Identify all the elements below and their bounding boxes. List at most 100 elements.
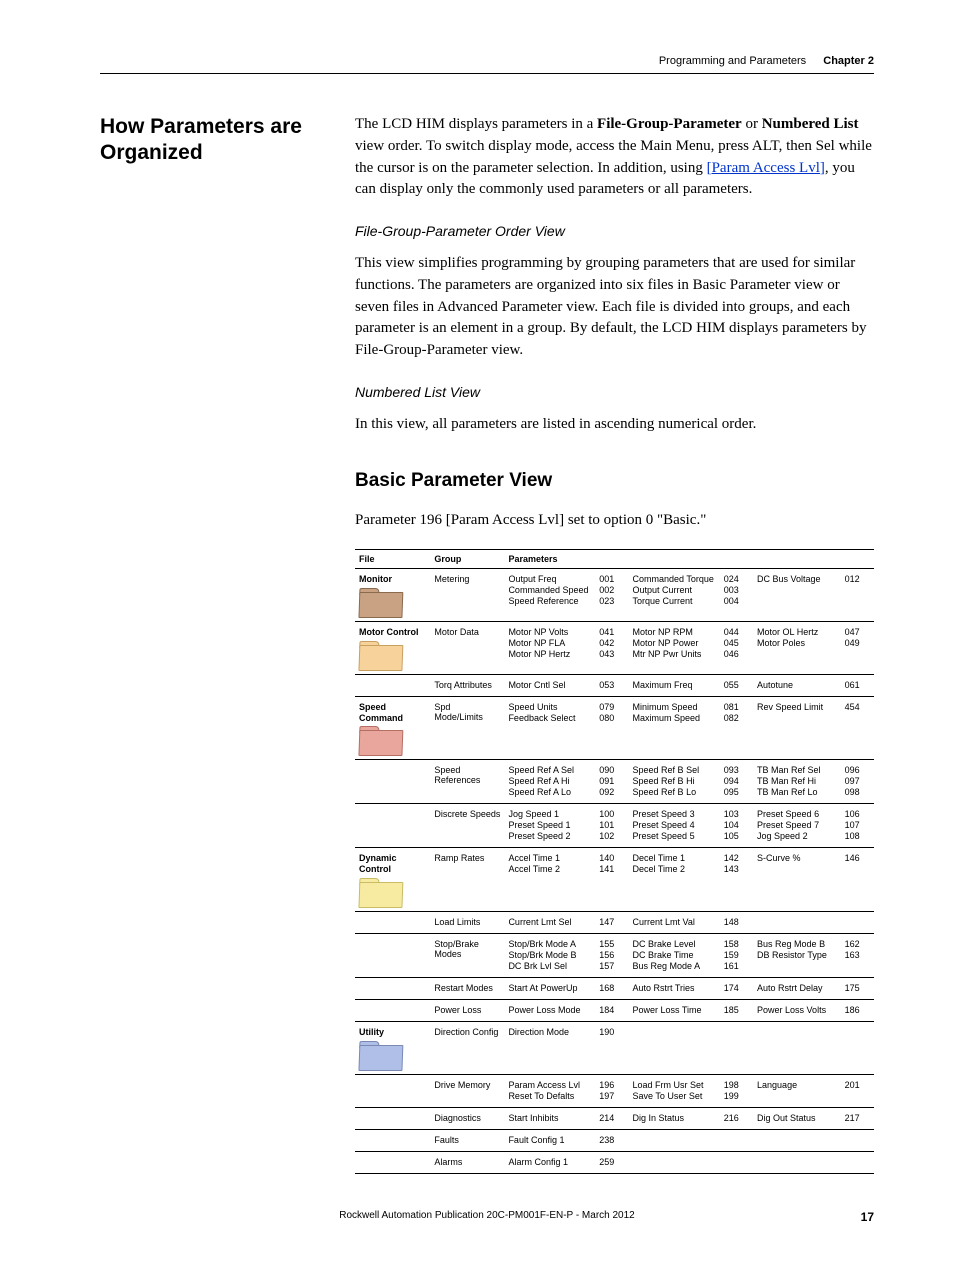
- table-row: Discrete SpeedsJog Speed 1Preset Speed 1…: [355, 804, 874, 848]
- param-num-cell: [841, 912, 874, 934]
- param-num-cell: 190: [595, 1022, 628, 1075]
- param-num-cell: 198199: [720, 1074, 753, 1107]
- param-name-cell: Bus Reg Mode BDB Resistor Type: [753, 934, 841, 978]
- file-label: Speed Command: [359, 702, 426, 724]
- param-name-cell: Direction Mode: [504, 1022, 595, 1075]
- group-cell: Metering: [430, 569, 504, 622]
- param-name-cell: [629, 1151, 720, 1173]
- param-name-cell: Start At PowerUp: [504, 978, 595, 1000]
- param-num-cell: 090091092: [595, 760, 628, 804]
- numbered-list-heading: Numbered List View: [355, 384, 874, 400]
- param-name-cell: TB Man Ref SelTB Man Ref HiTB Man Ref Lo: [753, 760, 841, 804]
- header-section: Programming and Parameters: [659, 55, 806, 67]
- param-num-cell: 238: [595, 1129, 628, 1151]
- group-cell: Power Loss: [430, 1000, 504, 1022]
- group-cell: Faults: [430, 1129, 504, 1151]
- param-name-cell: Power Loss Time: [629, 1000, 720, 1022]
- param-num-cell: 259: [595, 1151, 628, 1173]
- param-num-cell: 047049: [841, 622, 874, 675]
- file-cell: [355, 1074, 430, 1107]
- basic-param-caption: Parameter 196 [Param Access Lvl] set to …: [355, 510, 874, 532]
- table-row: Torq AttributesMotor Cntl Sel053Maximum …: [355, 674, 874, 696]
- param-num-cell: 186: [841, 1000, 874, 1022]
- param-num-cell: 147: [595, 912, 628, 934]
- param-name-cell: Motor OL HertzMotor Poles: [753, 622, 841, 675]
- group-cell: Drive Memory: [430, 1074, 504, 1107]
- param-num-cell: 216: [720, 1107, 753, 1129]
- param-name-cell: [629, 1022, 720, 1075]
- param-name-cell: Autotune: [753, 674, 841, 696]
- param-num-cell: 041042043: [595, 622, 628, 675]
- th-group: Group: [430, 550, 504, 569]
- folder-icon: [359, 878, 402, 906]
- param-name-cell: Preset Speed 3Preset Speed 4Preset Speed…: [629, 804, 720, 848]
- file-group-body: This view simplifies programming by grou…: [355, 253, 874, 362]
- file-cell: [355, 912, 430, 934]
- param-num-cell: 201: [841, 1074, 874, 1107]
- param-name-cell: Accel Time 1Accel Time 2: [504, 848, 595, 912]
- group-cell: Motor Data: [430, 622, 504, 675]
- param-num-cell: 024003004: [720, 569, 753, 622]
- param-name-cell: Language: [753, 1074, 841, 1107]
- th-parameters: Parameters: [504, 550, 874, 569]
- param-name-cell: [753, 912, 841, 934]
- param-name-cell: [629, 1129, 720, 1151]
- param-name-cell: Param Access LvlReset To Defalts: [504, 1074, 595, 1107]
- param-num-cell: 103104105: [720, 804, 753, 848]
- file-cell: [355, 934, 430, 978]
- th-file: File: [355, 550, 430, 569]
- page-number: 17: [861, 1210, 874, 1224]
- file-cell: [355, 978, 430, 1000]
- param-name-cell: [753, 1022, 841, 1075]
- group-cell: Load Limits: [430, 912, 504, 934]
- group-cell: Direction Config: [430, 1022, 504, 1075]
- param-num-cell: 012: [841, 569, 874, 622]
- param-name-cell: Fault Config 1: [504, 1129, 595, 1151]
- param-access-lvl-link[interactable]: [Param Access Lvl]: [707, 160, 825, 176]
- param-num-cell: [841, 1022, 874, 1075]
- group-cell: Discrete Speeds: [430, 804, 504, 848]
- param-num-cell: 155156157: [595, 934, 628, 978]
- file-cell: Monitor: [355, 569, 430, 622]
- param-name-cell: Motor NP VoltsMotor NP FLAMotor NP Hertz: [504, 622, 595, 675]
- file-cell: [355, 1000, 430, 1022]
- folder-icon: [359, 641, 402, 669]
- param-name-cell: DC Brake LevelDC Brake TimeBus Reg Mode …: [629, 934, 720, 978]
- param-name-cell: Motor Cntl Sel: [504, 674, 595, 696]
- file-label: Dynamic Control: [359, 853, 426, 875]
- table-row: Speed CommandSpd Mode/LimitsSpeed UnitsF…: [355, 696, 874, 760]
- group-cell: Alarms: [430, 1151, 504, 1173]
- numbered-list-body: In this view, all parameters are listed …: [355, 414, 874, 436]
- param-name-cell: Power Loss Volts: [753, 1000, 841, 1022]
- param-name-cell: Preset Speed 6Preset Speed 7Jog Speed 2: [753, 804, 841, 848]
- section-heading: How Parameters are Organized: [100, 114, 345, 167]
- group-cell: Ramp Rates: [430, 848, 504, 912]
- file-cell: [355, 674, 430, 696]
- param-num-cell: 174: [720, 978, 753, 1000]
- param-name-cell: Decel Time 1Decel Time 2: [629, 848, 720, 912]
- param-name-cell: Start Inhibits: [504, 1107, 595, 1129]
- parameters-table: File Group Parameters Monitor MeteringOut…: [355, 549, 874, 1174]
- param-num-cell: 106107108: [841, 804, 874, 848]
- table-row: AlarmsAlarm Config 1259: [355, 1151, 874, 1173]
- param-num-cell: 079080: [595, 696, 628, 760]
- param-name-cell: [753, 1129, 841, 1151]
- table-row: Speed ReferencesSpeed Ref A SelSpeed Ref…: [355, 760, 874, 804]
- file-label: Monitor: [359, 574, 426, 585]
- param-num-cell: [720, 1129, 753, 1151]
- param-num-cell: 217: [841, 1107, 874, 1129]
- param-name-cell: DC Bus Voltage: [753, 569, 841, 622]
- file-cell: Motor Control: [355, 622, 430, 675]
- file-cell: [355, 1151, 430, 1173]
- file-cell: Dynamic Control: [355, 848, 430, 912]
- group-cell: Speed References: [430, 760, 504, 804]
- table-row: FaultsFault Config 1238: [355, 1129, 874, 1151]
- param-num-cell: [720, 1022, 753, 1075]
- file-cell: Speed Command: [355, 696, 430, 760]
- param-name-cell: Output FreqCommanded SpeedSpeed Referenc…: [504, 569, 595, 622]
- param-name-cell: Auto Rstrt Delay: [753, 978, 841, 1000]
- param-num-cell: 001002023: [595, 569, 628, 622]
- param-num-cell: 140141: [595, 848, 628, 912]
- table-row: Power LossPower Loss Mode184Power Loss T…: [355, 1000, 874, 1022]
- param-name-cell: Minimum SpeedMaximum Speed: [629, 696, 720, 760]
